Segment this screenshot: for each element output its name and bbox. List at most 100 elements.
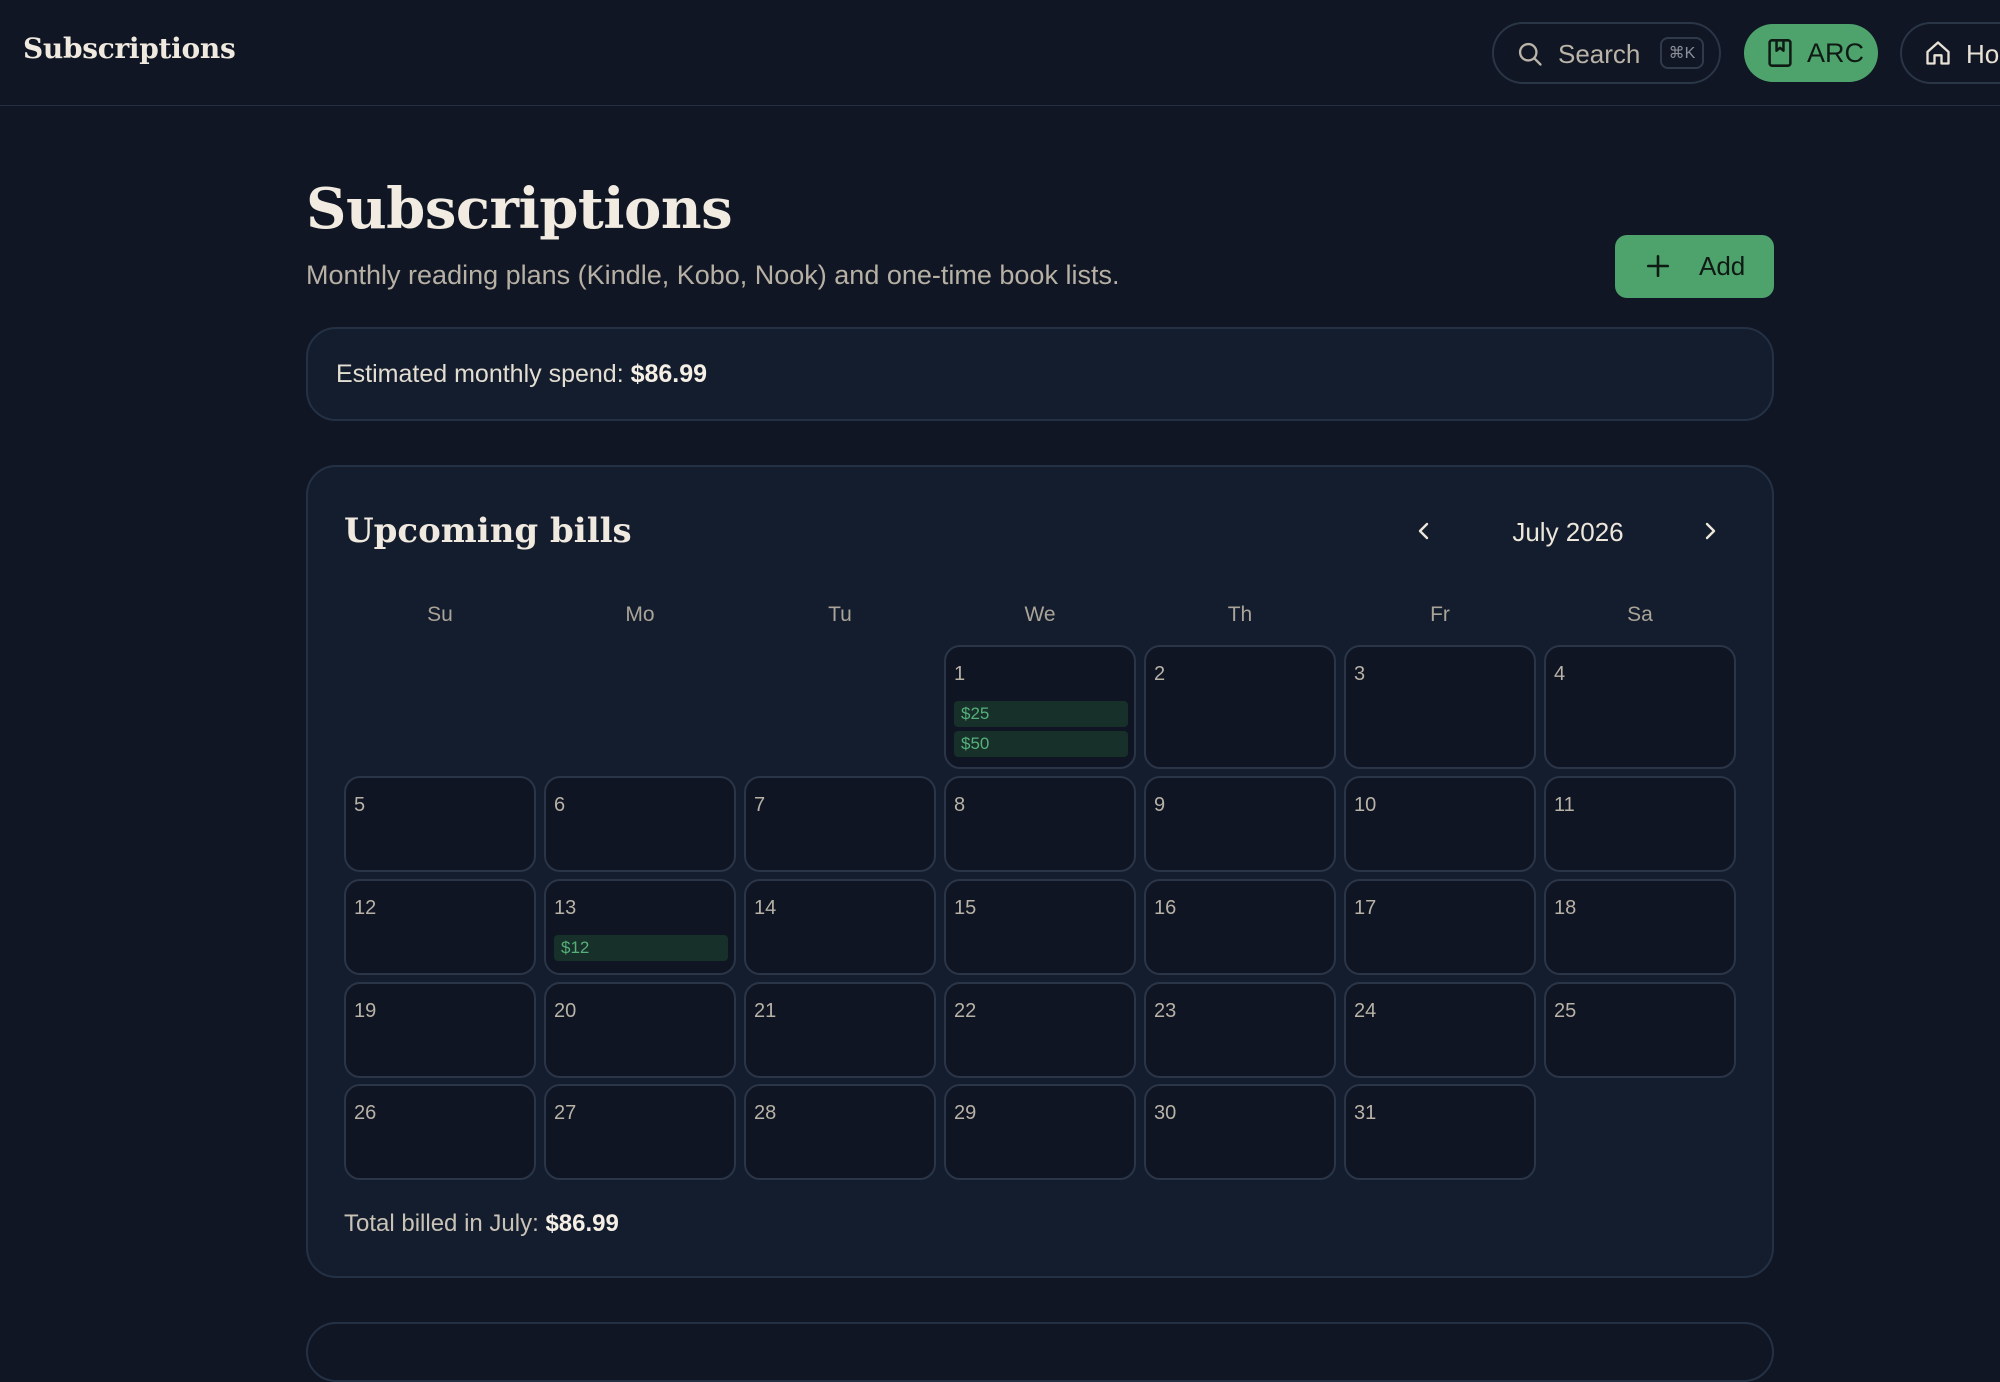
plus-icon (1646, 254, 1670, 278)
calendar-day[interactable]: 30 (1144, 1084, 1336, 1180)
calendar-day[interactable]: 16 (1144, 879, 1336, 975)
search-label: Search (1558, 39, 1641, 69)
calendar-day[interactable]: 24 (1344, 982, 1536, 1078)
home-icon (1926, 41, 1950, 65)
day-number: 1 (954, 663, 966, 685)
calendar-day[interactable]: 9 (1144, 776, 1336, 872)
weekday-label: Mo (625, 603, 655, 626)
arc-label: ARC (1807, 38, 1865, 68)
weekday-label: Su (427, 603, 453, 626)
calendar-day[interactable]: 26 (344, 1084, 536, 1180)
day-number: 8 (954, 794, 966, 816)
monthly-spend-label: Estimated monthly spend: (336, 360, 631, 388)
day-number: 26 (354, 1102, 377, 1124)
day-number: 3 (1354, 663, 1366, 685)
calendar-day[interactable]: 18 (1544, 879, 1736, 975)
calendar-day[interactable]: 28 (744, 1084, 936, 1180)
top-bar: Subscriptions Search ⌘K ARC Ho (0, 0, 2000, 106)
monthly-spend-card: Estimated monthly spend: $86.99 (306, 327, 1774, 421)
calendar-day[interactable]: 19 (344, 982, 536, 1078)
weekday-label: We (1024, 603, 1056, 626)
day-number: 31 (1354, 1102, 1377, 1124)
day-number: 18 (1554, 897, 1577, 919)
day-number: 12 (354, 897, 377, 919)
day-number: 14 (754, 897, 777, 919)
day-number: 21 (754, 1000, 777, 1022)
page-title: Subscriptions (306, 176, 733, 242)
bill-chip[interactable]: $50 (954, 731, 1128, 757)
calendar-day[interactable]: 20 (544, 982, 736, 1078)
day-number: 7 (754, 794, 766, 816)
month-label: July 2026 (1512, 517, 1624, 547)
calendar-day[interactable]: 21 (744, 982, 936, 1078)
add-button[interactable]: Add (1615, 235, 1774, 298)
day-number: 29 (954, 1102, 977, 1124)
day-number: 17 (1354, 897, 1377, 919)
page-subtitle: Monthly reading plans (Kindle, Kobo, Noo… (306, 260, 1120, 290)
search-icon (1518, 42, 1542, 66)
calendar-day[interactable]: 13 $12 (544, 879, 736, 975)
bill-chip[interactable]: $12 (554, 935, 728, 961)
calendar-day[interactable]: 17 (1344, 879, 1536, 975)
calendar-day[interactable]: 15 (944, 879, 1136, 975)
calendar-day[interactable]: 27 (544, 1084, 736, 1180)
day-number: 13 (554, 897, 577, 919)
day-number: 4 (1554, 663, 1566, 685)
calendar-day[interactable]: 1 $25 $50 (944, 645, 1136, 769)
bill-chip[interactable]: $25 (954, 701, 1128, 727)
calendar-day[interactable]: 8 (944, 776, 1136, 872)
month-total-text: Total billed in July: $86.99 (344, 1210, 619, 1238)
day-number: 9 (1154, 794, 1166, 816)
day-number: 16 (1154, 897, 1177, 919)
upcoming-bills-card: Upcoming bills July 2026 Su Mo Tu We Th Fr Sa … (306, 465, 1774, 1278)
weekday-label: Th (1227, 603, 1253, 626)
monthly-spend-text: Estimated monthly spend: $86.99 (336, 360, 707, 389)
home-label: Ho (1966, 39, 2000, 69)
weekday-label: Fr (1430, 603, 1450, 626)
day-number: 6 (554, 794, 566, 816)
calendar-day[interactable]: 14 (744, 879, 936, 975)
app-brand[interactable]: Subscriptions (23, 32, 236, 65)
day-number: 28 (754, 1102, 777, 1124)
day-number: 27 (554, 1102, 577, 1124)
monthly-spend-value: $86.99 (630, 360, 708, 388)
month-total-label: Total billed in July: (344, 1210, 546, 1237)
calendar-day[interactable]: 3 (1344, 645, 1536, 769)
calendar-day[interactable]: 2 (1144, 645, 1336, 769)
add-label: Add (1699, 251, 1746, 281)
day-number: 20 (554, 1000, 577, 1022)
arc-button[interactable]: ARC (1744, 24, 1878, 82)
day-number: 23 (1154, 1000, 1177, 1022)
calendar-day[interactable]: 10 (1344, 776, 1536, 872)
day-number: 10 (1354, 794, 1377, 816)
calendar-title: Upcoming bills (344, 511, 632, 551)
day-number: 25 (1554, 1000, 1577, 1022)
search-button[interactable]: Search ⌘K (1492, 22, 1721, 84)
weekday-label: Sa (1627, 603, 1653, 626)
weekday-label: Tu (828, 603, 852, 626)
day-number: 2 (1154, 663, 1166, 685)
day-number: 5 (354, 794, 366, 816)
calendar-day[interactable]: 6 (544, 776, 736, 872)
chevron-right-icon[interactable] (1698, 519, 1722, 543)
next-section-card (306, 1322, 1774, 1382)
day-number: 22 (954, 1000, 977, 1022)
day-number: 11 (1554, 794, 1575, 816)
calendar-day[interactable]: 12 (344, 879, 536, 975)
day-number: 30 (1154, 1102, 1177, 1124)
chevron-left-icon[interactable] (1412, 519, 1436, 543)
day-number: 24 (1354, 1000, 1377, 1022)
book-icon (1768, 39, 1792, 67)
calendar-day[interactable]: 31 (1344, 1084, 1536, 1180)
calendar-day[interactable]: 22 (944, 982, 1136, 1078)
calendar-day[interactable]: 11 (1544, 776, 1736, 872)
calendar-day[interactable]: 7 (744, 776, 936, 872)
calendar-day[interactable]: 5 (344, 776, 536, 872)
search-shortcut: ⌘K (1660, 37, 1704, 69)
calendar-day[interactable]: 25 (1544, 982, 1736, 1078)
calendar-day[interactable]: 23 (1144, 982, 1336, 1078)
calendar-day[interactable]: 29 (944, 1084, 1136, 1180)
calendar-day[interactable]: 4 (1544, 645, 1736, 769)
home-button[interactable]: Ho (1900, 22, 2000, 84)
month-total-value: $86.99 (545, 1210, 619, 1237)
